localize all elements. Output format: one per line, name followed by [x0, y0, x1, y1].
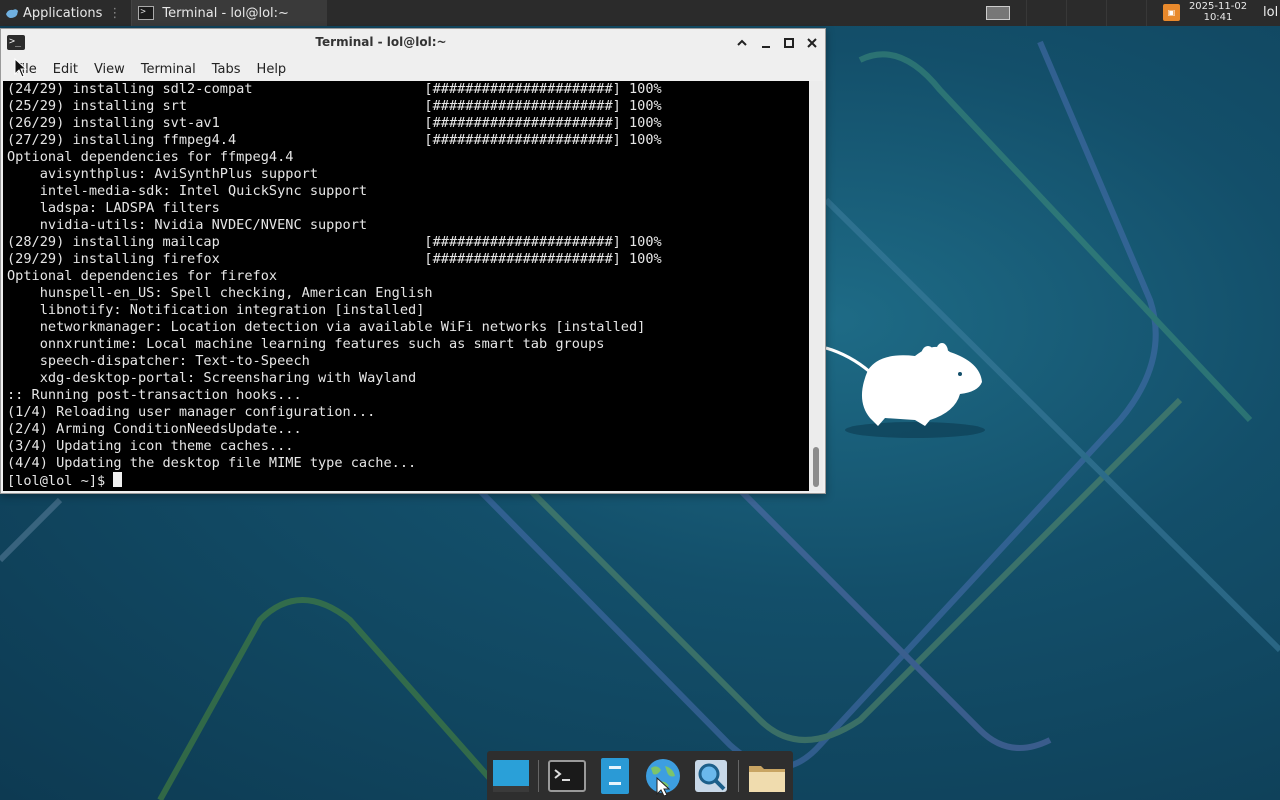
taskbar-terminal-button[interactable]: > Terminal - lol@lol:~ [131, 0, 328, 26]
maximize-icon [784, 38, 794, 48]
home-folder-launcher[interactable] [747, 756, 787, 796]
terminal-prompt: [lol@lol ~]$ [7, 473, 114, 489]
maximize-button[interactable] [780, 34, 798, 52]
file-manager-launcher[interactable] [595, 756, 635, 796]
workspace-switcher[interactable] [984, 1, 1012, 25]
terminal-output[interactable]: (24/29) installing sdl2-compat [########… [3, 81, 809, 491]
terminal-line: ladspa: LADSPA filters [7, 200, 220, 216]
terminal-line: networkmanager: Location detection via a… [7, 319, 646, 335]
panel-separator [1106, 0, 1107, 26]
terminal-line: (4/4) Updating the desktop file MIME typ… [7, 455, 417, 471]
terminal-line: (28/29) installing mailcap [############… [7, 234, 662, 250]
terminal-line: xdg-desktop-portal: Screensharing with W… [7, 370, 417, 386]
panel-separator [1066, 0, 1067, 26]
panel-handle-icon: ⋮ [108, 5, 122, 21]
app-finder-icon [695, 760, 727, 792]
desktop-icon [493, 760, 529, 792]
panel-clock[interactable]: 2025-11-02 10:41 [1186, 1, 1250, 23]
clock-date: 2025-11-02 [1188, 1, 1248, 12]
terminal-icon: > [138, 6, 155, 20]
applications-label: Applications [23, 5, 103, 21]
terminal-line: speech-dispatcher: Text-to-Speech [7, 353, 310, 369]
terminal-line: (27/29) installing ffmpeg4.4 [##########… [7, 132, 662, 148]
close-button[interactable] [803, 34, 821, 52]
terminal-line: Optional dependencies for ffmpeg4.4 [7, 149, 294, 165]
terminal-line: hunspell-en_US: Spell checking, American… [7, 285, 433, 301]
clock-time: 10:41 [1203, 12, 1233, 23]
terminal-line: avisynthplus: AviSynthPlus support [7, 166, 318, 182]
scrollbar-thumb[interactable] [813, 447, 819, 487]
window-titlebar[interactable]: >_ Terminal - lol@lol:~ [1, 29, 825, 57]
terminal-line: nvidia-utils: Nvidia NVDEC/NVENC support [7, 217, 368, 233]
terminal-line: Optional dependencies for firefox [7, 268, 278, 284]
xfce-mouse-icon [6, 9, 18, 18]
panel-separator [1026, 0, 1027, 26]
terminal-line: intel-media-sdk: Intel QuickSync support [7, 183, 368, 199]
terminal-scrollbar[interactable] [809, 81, 823, 491]
terminal-line: :: Running post-transaction hooks... [7, 387, 302, 403]
chevron-up-icon [737, 39, 747, 46]
tray-notification-icon[interactable]: ▣ [1163, 4, 1180, 21]
close-icon [807, 38, 817, 48]
terminal-launcher[interactable] [547, 756, 587, 796]
show-desktop-button[interactable] [491, 756, 531, 796]
menu-view[interactable]: View [86, 62, 133, 77]
menu-terminal[interactable]: Terminal [133, 62, 204, 77]
dock-separator [538, 760, 539, 792]
panel-separator [1146, 0, 1147, 26]
dock-separator [738, 760, 739, 792]
xfce-mouse-logo [825, 343, 985, 438]
menu-tabs[interactable]: Tabs [204, 62, 249, 77]
terminal-line: (26/29) installing svt-av1 [############… [7, 115, 662, 131]
taskbar-terminal-label: Terminal - lol@lol:~ [162, 5, 289, 21]
applications-menu-button[interactable]: Applications ⋮ [0, 0, 127, 26]
terminal-line: (3/4) Updating icon theme caches... [7, 438, 294, 454]
shade-button[interactable] [733, 34, 751, 52]
web-browser-launcher[interactable] [643, 756, 683, 797]
workspace-1[interactable] [986, 6, 1010, 20]
terminal-line: onnxruntime: Local machine learning feat… [7, 336, 605, 352]
terminal-line: (29/29) installing firefox [############… [7, 251, 662, 267]
text-cursor [113, 472, 123, 487]
minimize-button[interactable] [757, 34, 775, 52]
menu-bar: File Edit View Terminal Tabs Help [1, 57, 825, 81]
top-panel: Applications ⋮ > Terminal - lol@lol:~ ▣ … [0, 0, 1280, 26]
file-manager-icon [601, 758, 629, 794]
minimize-icon [762, 46, 770, 48]
terminal-prompt-line[interactable]: [lol@lol ~]$ [7, 472, 662, 489]
web-browser-icon [646, 759, 680, 797]
user-menu[interactable]: lol [1263, 5, 1278, 20]
terminal-line: libnotify: Notification integration [ins… [7, 302, 425, 318]
window-title: Terminal - lol@lol:~ [315, 35, 447, 49]
menu-help[interactable]: Help [249, 62, 295, 77]
terminal-icon [548, 760, 586, 792]
terminal-line: (24/29) installing sdl2-compat [########… [7, 81, 662, 97]
dock [487, 751, 793, 800]
folder-icon [749, 766, 785, 792]
app-finder-launcher[interactable] [691, 756, 731, 796]
terminal-line: (25/29) installing srt [################… [7, 98, 662, 114]
mouse-pointer-icon [14, 58, 28, 78]
menu-edit[interactable]: Edit [45, 62, 86, 77]
terminal-window: >_ Terminal - lol@lol:~ File Edit View T… [0, 28, 826, 494]
terminal-line: (1/4) Reloading user manager configurati… [7, 404, 376, 420]
terminal-line: (2/4) Arming ConditionNeedsUpdate... [7, 421, 302, 437]
